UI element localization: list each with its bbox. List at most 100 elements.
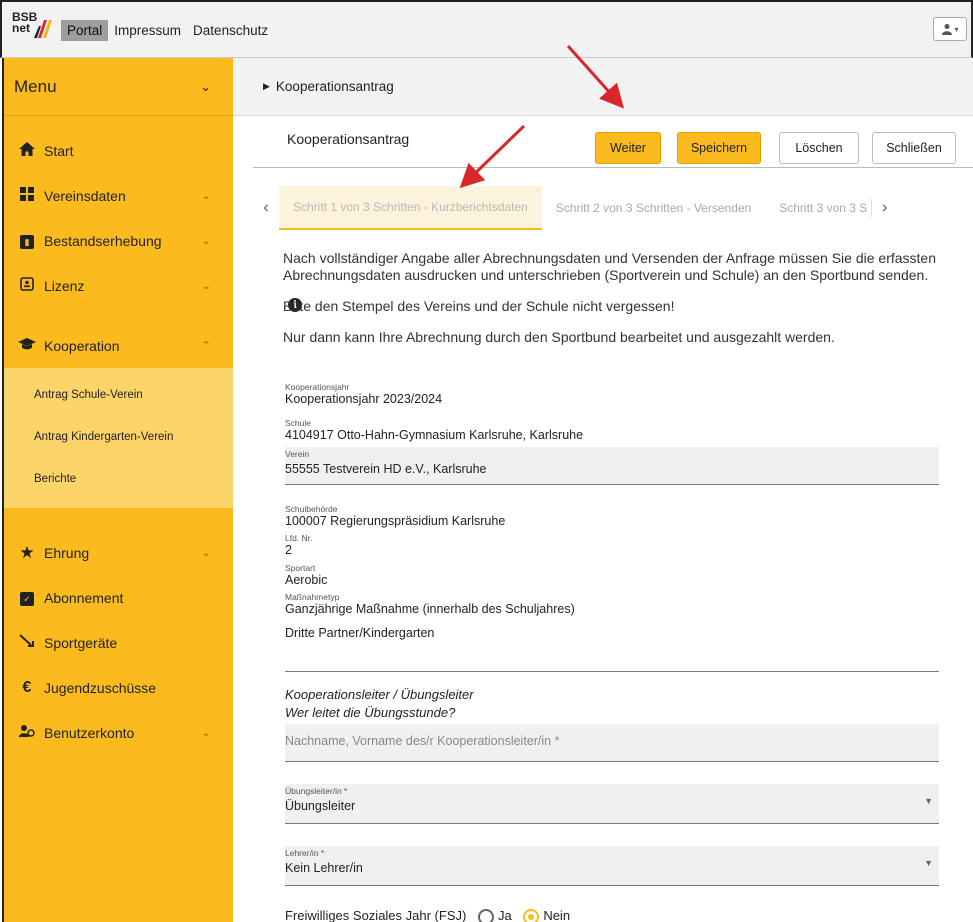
chevron-up-icon: ⌃ <box>201 340 211 352</box>
field-value: 55555 Testverein HD e.V., Karlsruhe <box>285 462 487 476</box>
field-label: Lehrer/in * <box>285 848 325 858</box>
speichern-button[interactable]: Speichern <box>677 132 761 164</box>
field-label: Schule <box>285 418 311 428</box>
chevron-right-icon[interactable]: › <box>871 199 897 217</box>
top-nav: Portal Impressum Datenschutz <box>61 20 274 41</box>
sidebar-subitem-berichte[interactable]: Berichte <box>4 458 233 500</box>
loeschen-button[interactable]: Löschen <box>779 132 859 164</box>
sidebar-subitem-antrag-kindergarten-verein[interactable]: Antrag Kindergarten-Verein <box>4 416 233 458</box>
sidebar-item-sportgeraete[interactable]: Sportgeräte <box>4 620 233 665</box>
caret-right-icon: ▶ <box>263 81 270 91</box>
uebungsleiter-select[interactable]: Übungsleiter/in * Übungsleiter ▼ <box>285 784 939 824</box>
lehrer-select[interactable]: Lehrer/in * Kein Lehrer/in ▼ <box>285 846 939 886</box>
schulbehoerde-field: Schulbehörde 100007 Regierungspräsidium … <box>285 504 939 528</box>
sidebar-submenu-kooperation: Antrag Schule-Verein Antrag Kindergarten… <box>4 368 233 508</box>
step-1-tab[interactable]: Schritt 1 von 3 Schritten - Kurzberichts… <box>279 186 542 230</box>
chevron-down-icon: ⌄ <box>201 727 211 739</box>
field-label: Verein <box>285 449 310 459</box>
stepper: ‹ Schritt 1 von 3 Schritten - Kurzberich… <box>253 186 953 230</box>
logo-stripes-icon <box>34 20 52 38</box>
sidebar-subitem-antrag-schule-verein[interactable]: Antrag Schule-Verein <box>4 374 233 416</box>
main-content: ▶ Kooperationsantrag Kooperationsantrag … <box>233 58 973 922</box>
chevron-down-icon: ⌄ <box>201 235 211 247</box>
sidebar-menu-toggle[interactable]: Menu ⌄ <box>4 58 233 116</box>
select-value: Kein Lehrer/in <box>285 861 363 875</box>
equipment-icon <box>16 633 38 652</box>
sportart-field: Sportart Aerobic <box>285 563 939 587</box>
user-menu-button[interactable]: ▾ <box>933 17 967 41</box>
field-value: 2 <box>285 543 292 557</box>
field-value: Ganzjährige Maßnahme (innerhalb des Schu… <box>285 602 575 616</box>
step-3-tab[interactable]: Schritt 3 von 3 S <box>765 186 871 230</box>
sidebar-item-label: Start <box>44 142 74 159</box>
user-icon <box>942 24 953 35</box>
schule-field: Schule 4104917 Otto-Hahn-Gymnasium Karls… <box>285 418 939 442</box>
sidebar-item-label: Kooperation <box>44 337 120 354</box>
sidebar-item-label: Benutzerkonto <box>44 724 135 741</box>
info-text-1: Nach vollständiger Angabe aller Abrechnu… <box>283 250 936 283</box>
sidebar: Menu ⌄ Start Vereinsdaten ⌄ ▮ Bestandser… <box>2 58 233 922</box>
info-text-2: Bitte den Stempel des Vereins und der Sc… <box>283 298 675 314</box>
input-placeholder: Nachname, Vorname des/r Kooperationsleit… <box>285 734 560 748</box>
sidebar-item-jugendzuschuesse[interactable]: € Jugendzuschüsse <box>4 665 233 710</box>
dropdown-arrow-icon: ▼ <box>924 796 933 806</box>
top-bar: BSB net Portal Impressum Datenschutz ▾ <box>0 0 973 58</box>
sidebar-item-ehrung[interactable]: ★ Ehrung ⌄ <box>4 530 233 575</box>
field-value: Kooperationsjahr 2023/2024 <box>285 392 443 406</box>
fsj-label: Freiwilliges Soziales Jahr (FSJ) <box>285 908 467 922</box>
radio-label-nein: Nein <box>543 908 571 922</box>
field-label: Schulbehörde <box>285 504 338 514</box>
radio-label-ja: Ja <box>497 908 512 922</box>
bsb-logo[interactable]: BSB net <box>10 11 58 48</box>
fsj-radio-nein[interactable] <box>523 908 540 922</box>
section-heading: Kooperationsleiter / Übungsleiter <box>285 687 474 702</box>
field-value: 4104917 Otto-Hahn-Gymnasium Karlsruhe, K… <box>285 428 584 442</box>
field-value: 100007 Regierungspräsidium Karlsruhe <box>285 514 506 528</box>
card-header: Kooperationsantrag Weiter Speichern Lösc… <box>253 118 973 168</box>
breadcrumb-item[interactable]: Kooperationsantrag <box>276 79 394 94</box>
step-2-tab[interactable]: Schritt 2 von 3 Schritten - Versenden <box>542 186 765 230</box>
sidebar-item-benutzerkonto[interactable]: Benutzerkonto ⌄ <box>4 710 233 755</box>
star-icon: ★ <box>19 542 35 562</box>
menu-label: Menu <box>14 76 57 96</box>
sidebar-item-kooperation[interactable]: Kooperation ⌃ <box>4 323 233 368</box>
leiter-section-heading: Kooperationsleiter / Übungsleiter Wer le… <box>285 686 939 722</box>
sidebar-item-label: Jugendzuschüsse <box>44 679 157 696</box>
kooperationsjahr-field: Kooperationsjahr Kooperationsjahr 2023/2… <box>285 382 939 406</box>
weiter-button[interactable]: Weiter <box>595 132 661 164</box>
field-label: Lfd. Nr. <box>285 533 313 543</box>
field-value-2: Dritte Partner/Kindergarten <box>285 626 435 640</box>
nav-datenschutz[interactable]: Datenschutz <box>187 20 274 41</box>
form-card: Kooperationsantrag Weiter Speichern Lösc… <box>253 118 973 168</box>
nav-portal[interactable]: Portal <box>61 20 109 41</box>
home-icon <box>16 141 38 160</box>
massnahmetyp-field: Maßnahmetyp Ganzjährige Maßnahme (innerh… <box>285 592 939 672</box>
nav-impressum[interactable]: Impressum <box>108 20 187 41</box>
sidebar-item-label: Lizenz <box>44 277 85 294</box>
sidebar-item-bestandserhebung[interactable]: ▮ Bestandserhebung ⌄ <box>4 218 233 263</box>
field-label: Übungsleiter/in * <box>285 786 348 796</box>
field-label: Sportart <box>285 563 316 573</box>
badge-icon <box>16 276 38 295</box>
info-box: Nach vollständiger Angabe aller Abrechnu… <box>283 250 943 346</box>
sidebar-item-lizenz[interactable]: Lizenz ⌄ <box>4 263 233 308</box>
field-label: Maßnahmetyp <box>285 592 340 602</box>
lfd-nr-field: Lfd. Nr. 2 <box>285 533 939 557</box>
chevron-down-icon: ⌄ <box>200 78 211 94</box>
sidebar-item-abonnement[interactable]: ✓ Abonnement <box>4 575 233 620</box>
card-title: Kooperationsantrag <box>287 131 410 147</box>
sidebar-item-vereinsdaten[interactable]: Vereinsdaten ⌄ <box>4 173 233 218</box>
select-value: Übungsleiter <box>285 799 356 813</box>
fsj-radio-ja[interactable] <box>477 908 494 922</box>
chevron-left-icon[interactable]: ‹ <box>253 199 279 217</box>
schliessen-button[interactable]: Schließen <box>872 132 956 164</box>
grid-icon <box>16 186 38 205</box>
sidebar-item-start[interactable]: Start <box>4 128 233 173</box>
subscription-icon: ✓ <box>16 589 38 607</box>
sidebar-item-label: Bestandserhebung <box>44 232 162 249</box>
verein-field[interactable]: Verein 55555 Testverein HD e.V., Karlsru… <box>285 447 939 485</box>
kooperationsleiter-name-input[interactable]: Nachname, Vorname des/r Kooperationsleit… <box>285 724 939 762</box>
field-label: Kooperationsjahr <box>285 382 350 392</box>
sidebar-item-label: Vereinsdaten <box>44 187 126 204</box>
sidebar-item-label: Sportgeräte <box>44 634 118 651</box>
